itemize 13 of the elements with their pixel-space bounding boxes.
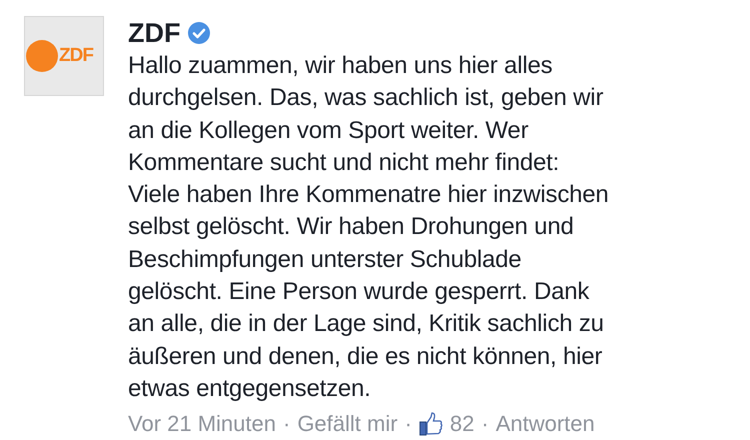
logo-circle-icon <box>26 40 58 72</box>
reply-link[interactable]: Antworten <box>496 411 595 438</box>
like-link[interactable]: Gefällt mir <box>297 411 398 438</box>
thumbs-up-icon <box>418 412 443 436</box>
avatar[interactable]: ZDF <box>24 16 104 96</box>
like-count: 82 <box>450 411 474 438</box>
separator-dot: · <box>282 411 290 438</box>
author-name[interactable]: ZDF <box>128 18 180 48</box>
logo-text: ZDF <box>59 45 93 67</box>
timestamp: Vor 21 Minuten <box>128 411 276 438</box>
comment-text: Hallo zuammen, wir haben uns hier alles durchgelsen. Das, was sachlich ist, geben wir an die Kollegen vom Sport weiter. Wer Kommentare sucht und nicht mehr findet: Viele haben Ihre Kommenatre hier inzwischen selbst gelöscht. Wir haben Drohungen und Beschimpfungen unterster Schublade gelöscht. Eine Person wurde gesperrt. Dank an alle, die in der Lage sind, Kritik sachlich zu äußeren und denen, die es nicht können, hier etwas entgegensetzen. <box>128 51 609 404</box>
separator-dot: · <box>404 411 412 438</box>
separator-dot: · <box>481 411 489 438</box>
